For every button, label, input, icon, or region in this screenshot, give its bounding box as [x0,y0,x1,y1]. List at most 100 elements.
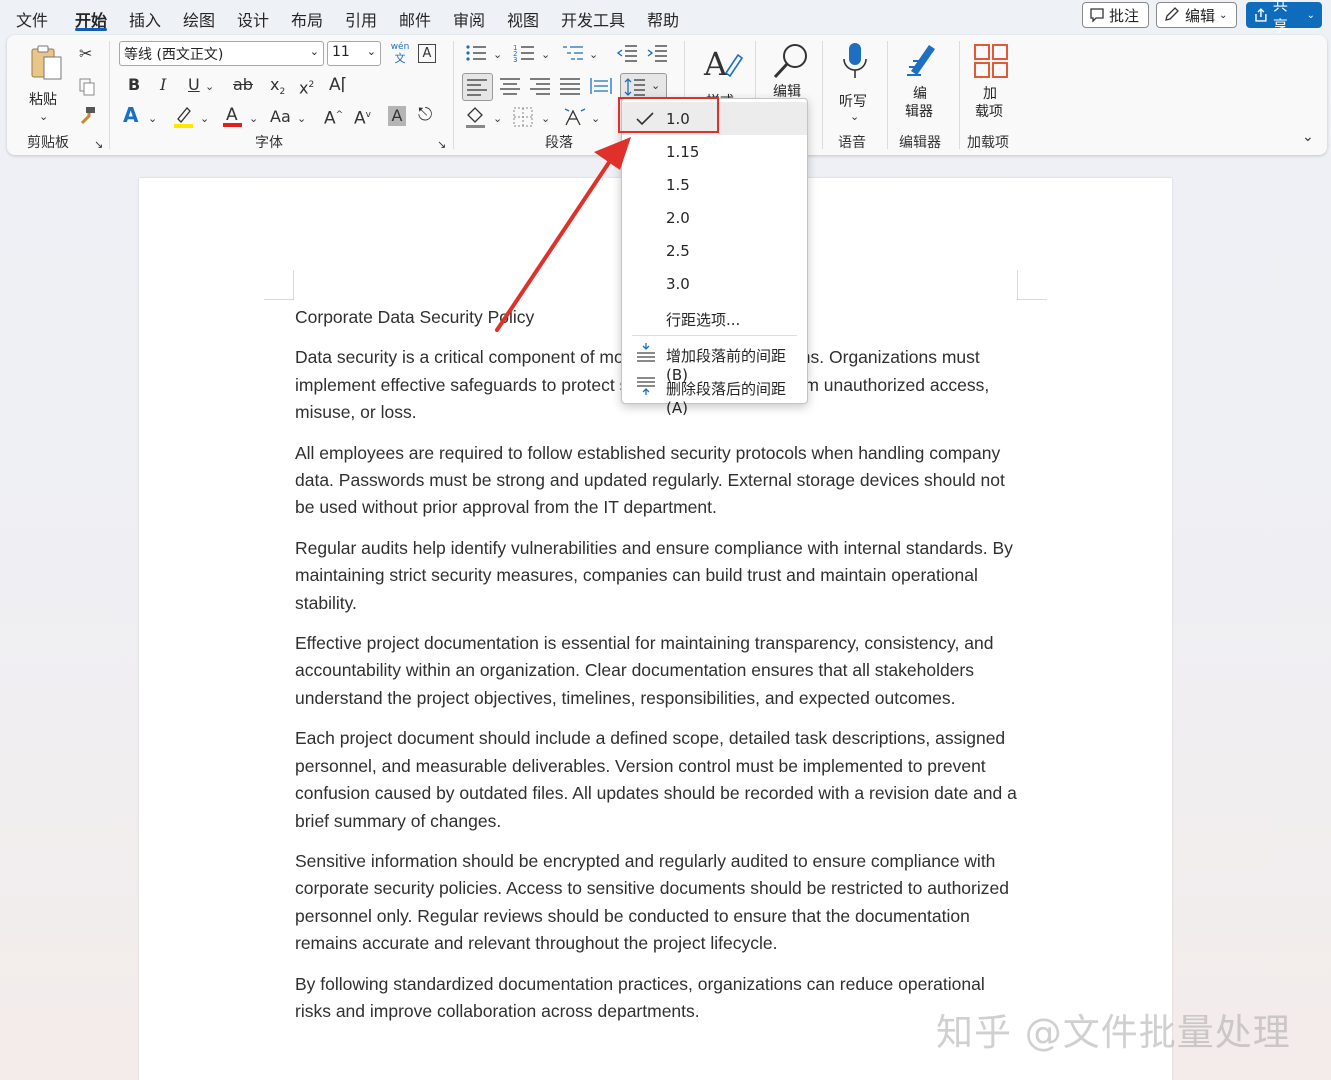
chevron-down-icon[interactable]: ⌄ [493,45,502,65]
group-separator [887,41,888,149]
change-case-icon[interactable]: Aa [270,107,291,127]
font-group-label: 字体 [255,135,283,151]
chevron-down-icon[interactable]: ⌄ [249,109,258,129]
distributed-icon[interactable] [590,77,612,95]
clear-formatting-icon[interactable]: A⌈ [329,75,347,95]
tab-layout[interactable]: 布局 [291,7,323,31]
highlighter-icon[interactable] [173,105,195,129]
shading-icon[interactable] [465,105,487,129]
menu-bar: 文件 开始 插入 绘图 设计 布局 引用 邮件 审阅 视图 开发工具 帮助 批注… [0,0,1331,35]
bold-icon[interactable]: B [128,75,140,95]
collapse-ribbon-icon[interactable]: ⌄ [1302,127,1314,147]
tab-insert[interactable]: 插入 [129,7,161,31]
shrink-font-icon[interactable]: Av [354,105,371,129]
editing-mode-button[interactable]: 编辑 ⌄ [1156,2,1237,28]
tab-mailings[interactable]: 邮件 [399,7,431,31]
tab-review[interactable]: 审阅 [453,7,485,31]
dialog-launcher-icon[interactable]: ↘ [437,135,446,155]
italic-icon[interactable]: I [160,75,166,95]
decrease-indent-icon[interactable] [616,43,638,63]
document-paragraph: Effective project documentation is essen… [295,633,994,708]
tab-developer[interactable]: 开发工具 [561,7,625,31]
line-spacing-dropdown: 1.0 1.15 1.5 2.0 2.5 3.0 行距选项... 增加段落前的间… [621,98,808,417]
line-spacing-option-2-0[interactable]: 2.0 [622,201,807,234]
chevron-down-icon[interactable]: ⌄ [591,109,600,129]
copy-icon[interactable] [78,77,96,97]
tab-file[interactable]: 文件 [16,7,48,31]
subscript-icon[interactable]: x2 [270,75,285,102]
tab-draw[interactable]: 绘图 [183,7,215,31]
editor-button[interactable]: 编 辑器 [900,41,946,125]
editor-group-label: 编辑器 [899,135,941,151]
dialog-launcher-icon[interactable]: ↘ [94,135,103,155]
add-space-before-item[interactable]: 增加段落前的间距(B) [622,337,807,384]
chevron-down-icon[interactable]: ⌄ [200,109,209,129]
character-shading-icon[interactable]: A [388,106,406,126]
line-spacing-options-item[interactable]: 行距选项... [622,301,807,334]
grow-font-icon[interactable]: A^ [324,105,343,129]
line-spacing-option-label: 1.5 [666,176,690,194]
line-spacing-option-3-0[interactable]: 3.0 [622,267,807,300]
line-spacing-option-1-15[interactable]: 1.15 [622,135,807,168]
chevron-down-icon[interactable]: ⌄ [148,109,157,129]
text-effects-icon[interactable]: A [123,105,138,125]
superscript-icon[interactable]: x2 [299,75,314,98]
align-right-icon[interactable] [529,77,551,95]
tab-design[interactable]: 设计 [237,7,269,31]
enclose-characters-icon[interactable]: ⎋ [418,105,432,125]
font-color-icon[interactable]: A [222,103,244,129]
asian-layout-icon[interactable] [563,105,587,129]
strikethrough-icon[interactable]: ab [233,75,253,95]
cut-icon[interactable]: ✂ [79,44,92,64]
remove-space-after-item[interactable]: 删除段落后的间距(A) [622,370,807,417]
paste-label: 粘贴 [29,92,57,108]
font-name-combobox[interactable]: 等线 (西文正文) ⌄ [119,41,324,66]
addins-label-line2: 载项 [975,104,1003,120]
font-size-combobox[interactable]: 11 ⌄ [327,41,381,66]
add-space-before-icon [637,343,655,362]
justify-icon[interactable] [559,77,581,95]
line-spacing-option-1-5[interactable]: 1.5 [622,168,807,201]
addins-button[interactable]: 加 载项 [969,41,1013,125]
chevron-down-icon[interactable]: ⌄ [297,109,306,129]
paste-button[interactable]: 粘贴 ⌄ [27,41,63,123]
tab-view[interactable]: 视图 [507,7,539,31]
align-left-button[interactable] [462,73,493,101]
remove-space-after-icon [637,377,655,395]
font-name-value: 等线 (西文正文) [124,47,224,63]
addins-label-line1: 加 [983,86,997,102]
chevron-down-icon[interactable]: ⌄ [589,45,598,65]
clipboard-icon [31,45,62,80]
chevron-down-icon[interactable]: ⌄ [205,77,214,97]
document-body[interactable]: Corporate Data Security Policy Data secu… [295,304,1025,1038]
align-center-icon[interactable] [499,77,521,95]
remove-space-after-label: 删除段落后的间距(A) [666,380,787,417]
increase-indent-icon[interactable] [646,43,668,63]
chevron-down-icon[interactable]: ⌄ [541,45,550,65]
underline-icon[interactable]: U [188,75,200,95]
tab-references[interactable]: 引用 [345,7,377,31]
line-spacing-option-label: 2.5 [666,242,690,260]
chevron-down-icon[interactable]: ⌄ [541,109,550,129]
chevron-down-icon[interactable]: ⌄ [493,109,502,129]
multilevel-list-icon[interactable] [562,43,584,63]
document-paragraph: All employees are required to follow est… [295,442,1005,518]
phonetic-guide-icon[interactable]: wén 文 [389,42,411,66]
svg-text:3: 3 [513,56,517,63]
editor-icon [907,45,935,76]
dictate-button[interactable]: 听写 ⌄ [835,41,875,125]
comment-button[interactable]: 批注 [1082,2,1149,28]
document-paragraph: Each project document should include a d… [295,728,1017,831]
numbering-icon[interactable]: 123 [513,43,535,63]
group-separator [822,41,823,149]
format-painter-icon[interactable] [77,105,97,125]
tab-help[interactable]: 帮助 [647,7,679,31]
bullets-icon[interactable] [465,43,487,63]
editing-mode-label: 编辑 [1185,6,1216,25]
editor-label-line1: 编 [913,86,927,102]
phonetic-guide-char: 文 [394,52,406,65]
share-button[interactable]: 共享 ⌄ [1246,0,1322,35]
line-spacing-option-2-5[interactable]: 2.5 [622,234,807,267]
character-border-icon[interactable]: A [418,44,436,63]
borders-icon[interactable] [513,107,533,127]
